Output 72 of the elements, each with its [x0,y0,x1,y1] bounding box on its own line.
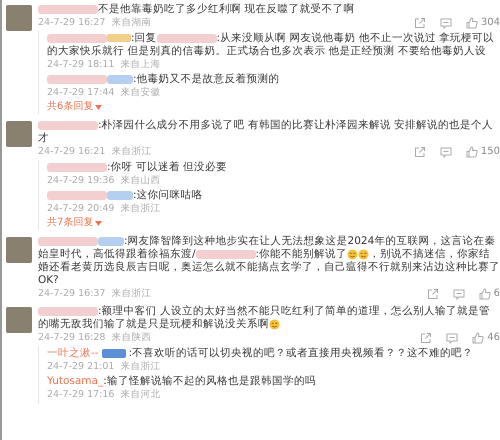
avatar-placeholder [6,5,32,31]
comment-time: 24-7-29 19:36 [47,175,114,187]
blurred-username [38,306,98,316]
smiley-icon [358,248,370,260]
blurred-username [47,74,107,84]
share-icon[interactable] [426,288,439,300]
comment-icon[interactable] [440,146,452,158]
avatar-placeholder [6,307,32,333]
comment-icon[interactable] [440,17,452,29]
thumbs-up-icon[interactable] [478,288,491,300]
blurred-badge [98,236,124,246]
share-icon[interactable] [414,146,426,158]
comment-location: 来自湖南 [111,17,152,29]
comment-time: 24-7-29 20:49 [47,203,114,215]
smiley-icon [269,318,280,330]
comment-location: 来自浙江 [111,288,152,300]
blurred-username [38,4,98,14]
comment-time: 24-7-29 16:27 [38,17,106,29]
blurred-username [156,34,217,43]
blurred-badge [107,34,131,42]
blurred-badge [107,190,133,200]
blurred-username [38,236,98,246]
comment-time: 24-7-29 16:28 [38,332,106,344]
comment-text: 不是他靠毒奶吃了多少红利啊 现在反噬了就受不了啊 [38,3,500,16]
comment-time: 24-7-29 17:44 [47,87,114,99]
thumbs-up-icon[interactable] [466,146,478,158]
comment-time: 24-7-29 18:11 [47,59,114,71]
comment-text: Yutosama_:输了怪解说输不起的风格也是跟韩国学的吗 [47,375,317,388]
blurred-username [47,34,107,43]
comment-text: :网友降智降到这种地步实在让人无法想象这是2024年的互联网，这言论在秦始皇时代，高低得跟着徐福东渡/ :你能不能别解说了 ，别说不搞迷信，你家结婚还看老黄历选良辰吉日呢，奥运怎么就不能搞点玄学了，自己瘟得不行就别来沾边这种比赛了OK? [38,235,500,287]
blurred-badge [107,74,133,84]
blurred-username [47,190,107,200]
share-icon[interactable] [420,332,432,344]
comment-icon[interactable] [452,288,465,300]
comment-text: :额理中客们 人设立的太好当然不能只吃红利了简单的道理，怎么别人输了就是管的嘴无敌我们输了就是只是玩梗和解说没关系啊 [38,305,491,331]
blurred-username [47,162,107,172]
thumbs-up-icon[interactable] [472,332,484,344]
like-count: 46 [487,332,500,344]
comment-location: 来自河北 [120,389,160,401]
more-replies-link[interactable]: 共7条回复 [47,217,500,229]
caret-icon [95,220,102,226]
comment-time: 24-7-29 21:01 [47,361,114,373]
comment-location: 来自浙江 [120,361,160,373]
comment-time: 24-7-29 17:16 [47,389,114,401]
smiley-icon [347,248,358,260]
like-count: 304 [480,17,500,29]
comment-location: 来自山西 [120,175,160,187]
caret-icon [95,104,102,110]
comment-location: 来自上海 [120,59,160,71]
comment-text: :朴泽园什么成分不用多说了吧 有韩国的比赛让朴泽园来解说 安排解说的也是个人才 [38,119,494,145]
thumbs-up-icon[interactable] [466,17,478,29]
share-icon[interactable] [414,17,426,29]
comment-text: :你呀 可以迷着 但没必要 [47,161,500,174]
comment-time: 24-7-29 16:37 [38,288,106,300]
comment-text: :回复 :从来没顺从啊 网友说他毒奶 他不止一次说过 拿玩梗可以的大家快乐就行 但是别真的信毒奶。正式场合也多次表示 他是正经预测 不要给他毒奶人设 [47,32,496,58]
comment-location: 来自陕西 [111,332,152,344]
avatar-placeholder [6,121,32,147]
comment-location: 来自浙江 [120,203,160,215]
user-badge [102,348,126,358]
comment-text: :这你问咪咕咯 [47,189,500,202]
comment-text: :他毒奶又不是故意反着预测的 [47,73,500,86]
comment-icon[interactable] [446,332,458,344]
comment-text: 一叶之湫-- :不喜欢听的话可以切央视的吧？或者直接用央视频看？？这不难的吧？ [47,347,474,360]
more-replies-link[interactable]: 共6条回复 [47,101,500,113]
comment-location: 来自浙江 [111,146,152,158]
comment-location: 来自安徽 [120,87,160,99]
like-count: 150 [480,146,500,158]
like-count: 6 [494,288,500,300]
blurred-username [38,120,98,130]
avatar-placeholder [6,237,32,263]
comment-time: 24-7-29 16:21 [38,146,106,158]
blurred-username [196,250,256,259]
